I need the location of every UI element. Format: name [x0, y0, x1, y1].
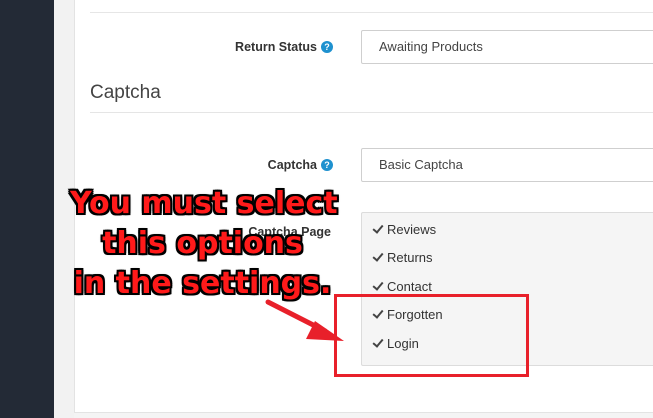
annotation-arrow-icon [265, 299, 344, 341]
